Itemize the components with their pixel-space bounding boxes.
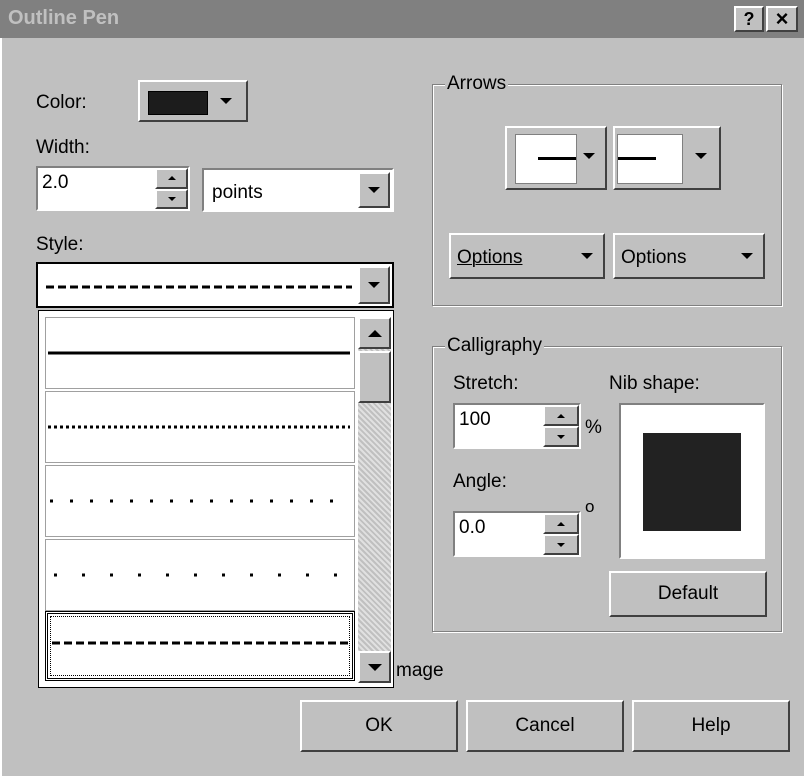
spin-down-button[interactable] bbox=[543, 534, 579, 555]
degree-symbol: o bbox=[585, 497, 595, 516]
width-value: 2.0 bbox=[42, 172, 69, 193]
help-title-button[interactable]: ? bbox=[734, 6, 764, 32]
nib-shape-label: Nib shape: bbox=[609, 373, 700, 394]
spin-up-button[interactable] bbox=[543, 513, 579, 534]
scroll-down-button[interactable] bbox=[358, 651, 391, 683]
style-list[interactable] bbox=[38, 310, 394, 688]
start-arrow-options-button[interactable]: Options bbox=[449, 233, 605, 279]
style-dropdown-button[interactable] bbox=[358, 266, 390, 304]
angle-stepper[interactable] bbox=[543, 513, 579, 555]
cancel-button[interactable]: Cancel bbox=[466, 700, 624, 752]
arrows-group-label: Arrows bbox=[445, 73, 509, 95]
options-label: Options bbox=[621, 247, 687, 268]
style-select[interactable] bbox=[36, 262, 394, 308]
arrow-up-icon bbox=[557, 413, 565, 418]
calligraphy-group-label: Calligraphy bbox=[445, 335, 545, 357]
width-label: Width: bbox=[36, 137, 90, 158]
default-button[interactable]: Default bbox=[609, 571, 767, 617]
arrow-down-icon bbox=[557, 434, 565, 439]
chevron-down-icon bbox=[581, 253, 593, 259]
arrow-down-icon bbox=[557, 542, 565, 547]
stretch-unit: % bbox=[585, 417, 602, 438]
stretch-value: 100 bbox=[459, 409, 491, 430]
arrow-up-icon bbox=[167, 176, 176, 181]
spin-up-button[interactable] bbox=[155, 168, 188, 189]
window-edge bbox=[0, 38, 2, 776]
chevron-down-icon bbox=[583, 153, 595, 159]
help-button[interactable]: Help bbox=[632, 700, 790, 752]
arrow-down-icon bbox=[367, 663, 382, 671]
arrow-up-icon bbox=[557, 521, 565, 526]
angle-value: 0.0 bbox=[459, 517, 486, 538]
chevron-down-icon bbox=[695, 153, 707, 159]
arrow-up-icon bbox=[367, 329, 382, 337]
focus-rectangle bbox=[50, 616, 350, 676]
selected-style-preview bbox=[46, 285, 352, 289]
help-label: Help bbox=[691, 715, 731, 736]
units-select[interactable]: points bbox=[202, 168, 394, 212]
start-arrow-preview bbox=[515, 134, 577, 184]
default-label: Default bbox=[657, 583, 719, 604]
dashed-pattern bbox=[52, 641, 348, 645]
units-dropdown-button[interactable] bbox=[358, 172, 390, 208]
chevron-down-icon bbox=[368, 282, 380, 288]
arrows-group: Arrows Options Options bbox=[432, 73, 782, 306]
chevron-down-icon bbox=[368, 187, 380, 193]
stretch-stepper[interactable] bbox=[543, 405, 579, 447]
close-title-button[interactable]: × bbox=[766, 6, 798, 32]
ok-label: OK bbox=[365, 715, 393, 736]
end-arrow-options-button[interactable]: Options bbox=[613, 233, 765, 279]
units-value: points bbox=[212, 182, 263, 203]
color-label: Color: bbox=[36, 92, 87, 113]
style-option-dense-dotted[interactable] bbox=[45, 391, 355, 463]
nib-shape-preview[interactable] bbox=[619, 403, 765, 559]
spin-down-button[interactable] bbox=[543, 426, 579, 447]
window-title: Outline Pen bbox=[8, 7, 120, 29]
scroll-thumb[interactable] bbox=[358, 351, 391, 403]
calligraphy-group: Calligraphy Stretch: 100 % Angle: 0.0 o … bbox=[432, 335, 782, 632]
style-option-dashed[interactable] bbox=[45, 611, 355, 681]
sparse-dotted-pattern bbox=[54, 573, 350, 577]
angle-label: Angle: bbox=[453, 471, 507, 492]
help-icon: ? bbox=[743, 8, 755, 29]
dense-dotted-pattern bbox=[48, 425, 350, 429]
options-label: Options bbox=[457, 247, 523, 268]
style-label: Style: bbox=[36, 234, 84, 255]
style-option-sparse-dotted[interactable] bbox=[45, 539, 355, 611]
dotted-pattern bbox=[50, 499, 350, 503]
solid-line-pattern bbox=[48, 351, 350, 355]
style-list-scrollbar[interactable] bbox=[358, 317, 391, 683]
cancel-label: Cancel bbox=[515, 715, 575, 736]
style-option-dotted[interactable] bbox=[45, 465, 355, 537]
arrow-down-icon bbox=[167, 196, 176, 201]
chevron-down-icon bbox=[220, 98, 232, 104]
line-icon bbox=[618, 157, 656, 160]
line-icon bbox=[538, 157, 576, 160]
start-arrow-picker[interactable] bbox=[505, 126, 607, 190]
title-bar: Outline Pen ? × bbox=[0, 0, 804, 38]
ok-button[interactable]: OK bbox=[300, 700, 458, 752]
stretch-label: Stretch: bbox=[453, 373, 519, 394]
spin-up-button[interactable] bbox=[543, 405, 579, 426]
image-label-fragment: mage bbox=[396, 660, 444, 681]
color-swatch bbox=[148, 91, 208, 115]
spin-down-button[interactable] bbox=[155, 188, 188, 209]
chevron-down-icon bbox=[741, 253, 753, 259]
nib-shape-square bbox=[643, 433, 741, 531]
scroll-up-button[interactable] bbox=[358, 317, 391, 349]
end-arrow-picker[interactable] bbox=[613, 126, 721, 190]
width-stepper[interactable] bbox=[155, 168, 188, 209]
style-option-solid[interactable] bbox=[45, 317, 355, 389]
close-icon: × bbox=[775, 6, 789, 31]
end-arrow-preview bbox=[617, 134, 683, 184]
color-picker-button[interactable] bbox=[138, 80, 248, 122]
